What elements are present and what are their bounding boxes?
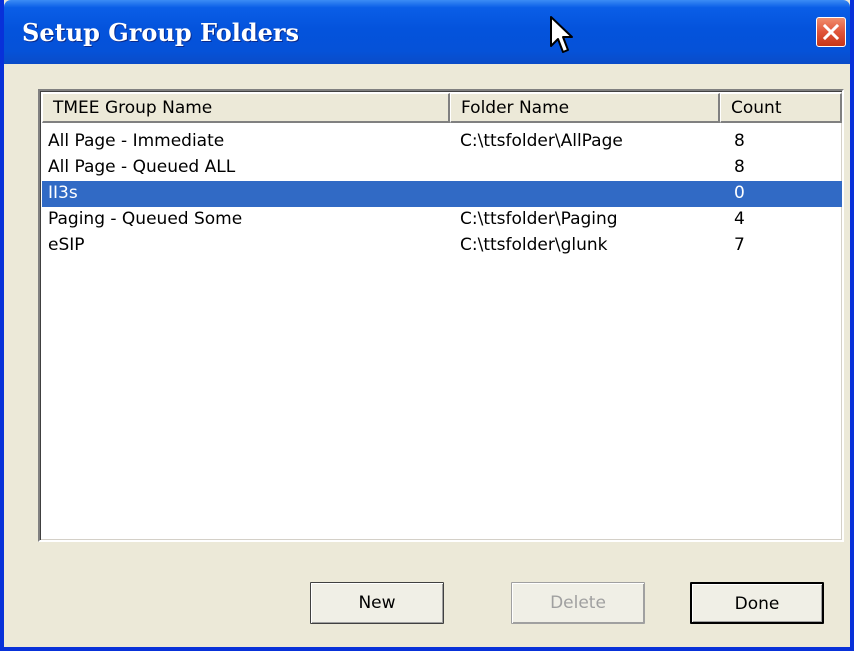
count-cell: 4: [734, 209, 745, 229]
folder-name-cell: C:\ttsfolder\glunk: [460, 235, 608, 255]
delete-button[interactable]: Delete: [511, 582, 645, 624]
folder-name-cell: C:\ttsfolder\AllPage: [460, 131, 623, 151]
new-button[interactable]: New: [310, 582, 444, 624]
column-header-count[interactable]: Count: [720, 93, 842, 123]
title-bar[interactable]: Setup Group Folders: [4, 0, 850, 64]
count-cell: 8: [734, 157, 745, 177]
list-row-selected[interactable]: II3s 0: [42, 181, 842, 207]
list-row[interactable]: All Page - Queued ALL 8: [42, 155, 842, 181]
mouse-cursor-icon: [550, 16, 573, 53]
group-name-cell: Paging - Queued Some: [48, 209, 243, 229]
close-button[interactable]: [816, 17, 846, 47]
group-name-cell: All Page - Queued ALL: [48, 157, 236, 177]
group-folders-list[interactable]: TMEE Group Name Folder Name Count All Pa…: [38, 89, 844, 542]
count-cell: 0: [734, 183, 745, 203]
folder-name-cell: C:\ttsfolder\Paging: [460, 209, 618, 229]
column-header-group-name[interactable]: TMEE Group Name: [42, 93, 450, 123]
list-row[interactable]: Paging - Queued Some C:\ttsfolder\Paging…: [42, 207, 842, 233]
list-row[interactable]: All Page - Immediate C:\ttsfolder\AllPag…: [42, 129, 842, 155]
group-name-cell: All Page - Immediate: [48, 131, 225, 151]
count-cell: 8: [734, 131, 745, 151]
list-row[interactable]: eSIP C:\ttsfolder\glunk 7: [42, 233, 842, 259]
count-cell: 7: [734, 235, 745, 255]
column-header-folder-name[interactable]: Folder Name: [450, 93, 720, 123]
group-name-cell: eSIP: [48, 235, 85, 255]
list-header: TMEE Group Name Folder Name Count: [42, 93, 842, 123]
done-button[interactable]: Done: [690, 582, 824, 624]
window-title: Setup Group Folders: [22, 18, 300, 47]
group-name-cell: II3s: [48, 183, 78, 203]
close-icon: [822, 23, 840, 41]
dialog-window: Setup Group Folders TMEE Group Name Fold…: [0, 0, 854, 651]
